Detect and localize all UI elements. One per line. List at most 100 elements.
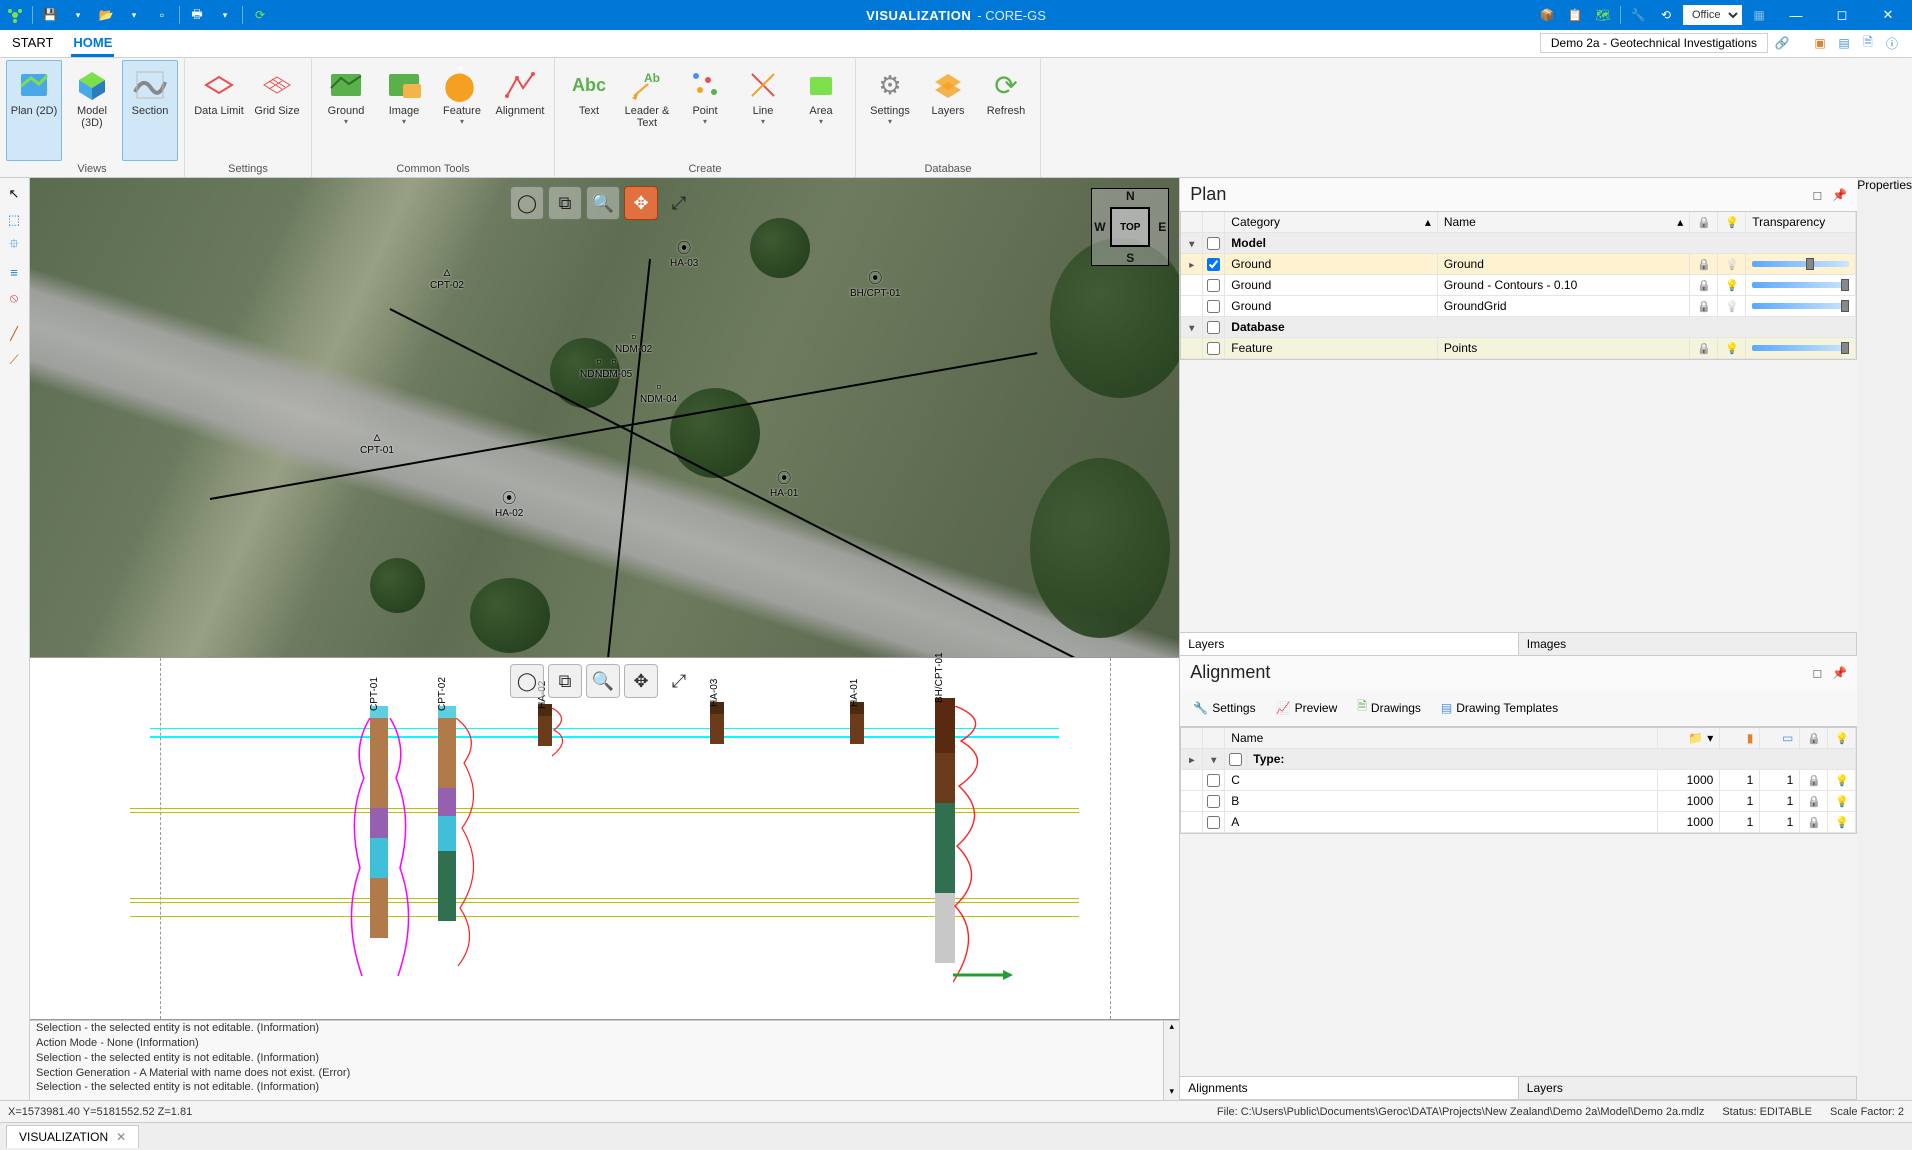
print-icon[interactable]: 🖶 — [186, 4, 208, 26]
open-icon[interactable]: 📂 — [95, 4, 117, 26]
bottom-tab-visualization[interactable]: VISUALIZATION✕ — [6, 1125, 139, 1148]
zoom-window-icon[interactable]: ⧉ — [548, 186, 582, 220]
plan-tab-layers[interactable]: Layers — [1180, 633, 1519, 655]
col-name[interactable]: Name ▴ — [1438, 212, 1690, 232]
group-database-check[interactable] — [1207, 321, 1220, 334]
window-minimize[interactable]: — — [1776, 0, 1816, 30]
db-settings-button[interactable]: ⚙Settings▾ — [862, 60, 918, 161]
rib-doc-icon[interactable]: 🗎 — [1858, 33, 1878, 53]
theme-select[interactable]: Office — [1683, 5, 1742, 25]
window-close[interactable]: ✕ — [1868, 0, 1908, 30]
image-button[interactable]: Image▾ — [376, 60, 432, 161]
orbit-icon[interactable]: ◯ — [510, 664, 544, 698]
select-poly-tool[interactable]: ⯐ — [2, 234, 26, 258]
section-view[interactable]: ◯ ⧉ 🔍 ✥ ⤢ CPT-01 — [30, 658, 1179, 1020]
plan-tab-images[interactable]: Images — [1519, 633, 1858, 655]
select-rect-tool[interactable]: ⬚ — [2, 208, 26, 232]
save-icon[interactable]: 💾 — [39, 4, 61, 26]
col-bulb[interactable] — [1718, 212, 1746, 232]
window-maximize[interactable]: ◻ — [1822, 0, 1862, 30]
compass[interactable]: N S W E TOP — [1091, 188, 1169, 266]
rib-box-icon[interactable]: ▣ — [1810, 33, 1830, 53]
refresh-titlebar-icon[interactable]: ⟳ — [249, 4, 271, 26]
col-lock[interactable] — [1690, 212, 1718, 232]
col-b[interactable]: ▮ — [1720, 728, 1760, 748]
area-button[interactable]: Area▾ — [793, 60, 849, 161]
link-icon[interactable]: 🔗 — [1772, 33, 1792, 53]
close-tab-icon[interactable]: ✕ — [116, 1130, 126, 1144]
text-button[interactable]: AbcText — [561, 60, 617, 161]
clipboard-icon[interactable]: 📋 — [1564, 4, 1586, 26]
panel-pin-icon[interactable]: 📌 — [1832, 666, 1847, 680]
extent-icon[interactable]: ⤢ — [662, 186, 696, 220]
col-a[interactable]: 📁▾ — [1658, 728, 1720, 748]
refresh-button[interactable]: ⟳Refresh — [978, 60, 1034, 161]
align-tab-layers[interactable]: Layers — [1519, 1077, 1858, 1099]
panel-restore-icon[interactable]: ◻ — [1812, 666, 1822, 680]
plan-2d-button[interactable]: Plan (2D) — [6, 60, 62, 161]
hide-tool[interactable]: ⦸ — [2, 286, 26, 310]
map-icon[interactable]: 🗺 — [1592, 4, 1614, 26]
wrench-icon[interactable]: 🔧 — [1627, 4, 1649, 26]
feature-button[interactable]: ⬤▾Feature▾ — [434, 60, 490, 161]
section-button[interactable]: Section — [122, 60, 178, 161]
col-category[interactable]: Category ▴ — [1225, 212, 1438, 232]
alignment-button[interactable]: Alignment — [492, 60, 548, 161]
bottom-tabs: VISUALIZATION✕ — [0, 1122, 1912, 1150]
align-settings-button[interactable]: 🔧Settings — [1184, 693, 1264, 722]
orbit-icon[interactable]: ◯ — [510, 186, 544, 220]
point-button[interactable]: Point▾ — [677, 60, 733, 161]
zoom-icon[interactable]: 🔍 — [586, 186, 620, 220]
pan-icon[interactable]: ✥ — [624, 186, 658, 220]
measure-line-tool[interactable]: ╱ — [2, 322, 26, 346]
group-type-check[interactable] — [1229, 753, 1242, 766]
align-templates-button[interactable]: ▤Drawing Templates — [1432, 693, 1567, 722]
box-icon[interactable]: 📦 — [1536, 4, 1558, 26]
pointer-tool[interactable]: ↖ — [2, 182, 26, 206]
row-check[interactable] — [1207, 300, 1220, 313]
log-scrollbar[interactable]: ▴▾ — [1163, 1021, 1179, 1100]
panel-pin-icon[interactable]: 📌 — [1832, 188, 1847, 202]
tab-home[interactable]: HOME — [71, 31, 114, 57]
app-logo-icon[interactable] — [4, 4, 26, 26]
align-preview-button[interactable]: 📈Preview — [1267, 693, 1347, 722]
newdoc-icon[interactable]: ▫ — [151, 4, 173, 26]
align-drawings-button[interactable]: 🗎Drawings — [1348, 693, 1430, 722]
extent-icon[interactable]: ⤢ — [662, 664, 696, 698]
data-limit-button[interactable]: Data Limit — [191, 60, 247, 161]
print-dd-icon[interactable]: ▾ — [214, 4, 236, 26]
open-dd-icon[interactable]: ▾ — [123, 4, 145, 26]
model-3d-button[interactable]: Model (3D) — [64, 60, 120, 161]
row-check[interactable] — [1207, 795, 1220, 808]
layers-button[interactable]: Layers — [920, 60, 976, 161]
zoom-window-icon[interactable]: ⧉ — [548, 664, 582, 698]
select-line-tool[interactable]: ≡ — [2, 260, 26, 284]
tab-start[interactable]: START — [10, 31, 55, 57]
row-check[interactable] — [1207, 258, 1220, 271]
rib-layout-icon[interactable]: ▤ — [1834, 33, 1854, 53]
ground-button[interactable]: Ground▾ — [318, 60, 374, 161]
col-name[interactable]: Name — [1225, 728, 1658, 748]
grid-icon[interactable]: ▦ — [1748, 4, 1770, 26]
help-icon[interactable]: ⓘ — [1882, 33, 1902, 53]
row-check[interactable] — [1207, 816, 1220, 829]
group-model-check[interactable] — [1207, 237, 1220, 250]
panel-restore-icon[interactable]: ◻ — [1812, 188, 1822, 202]
plan-view[interactable]: ◯ ⧉ 🔍 ✥ ⤢ N S W E TOP ▵CPT-02 ▵CPT-01 ⦿H… — [30, 178, 1179, 658]
leader-text-button[interactable]: AbLeader & Text — [619, 60, 675, 161]
project-name: Demo 2a - Geotechnical Investigations — [1540, 33, 1768, 53]
zoom-icon[interactable]: 🔍 — [586, 664, 620, 698]
properties-tab[interactable]: Properties — [1857, 178, 1912, 1100]
line-button[interactable]: Line▾ — [735, 60, 791, 161]
row-check[interactable] — [1207, 342, 1220, 355]
measure-poly-tool[interactable]: ⟋ — [2, 348, 26, 372]
pan-icon[interactable]: ✥ — [624, 664, 658, 698]
grid-size-button[interactable]: Grid Size — [249, 60, 305, 161]
row-check[interactable] — [1207, 774, 1220, 787]
sync-icon[interactable]: ⟲ — [1655, 4, 1677, 26]
col-c[interactable]: ▭ — [1760, 728, 1800, 748]
col-transparency[interactable]: Transparency — [1746, 212, 1856, 232]
save-dd-icon[interactable]: ▾ — [67, 4, 89, 26]
align-tab-alignments[interactable]: Alignments — [1180, 1077, 1519, 1099]
row-check[interactable] — [1207, 279, 1220, 292]
